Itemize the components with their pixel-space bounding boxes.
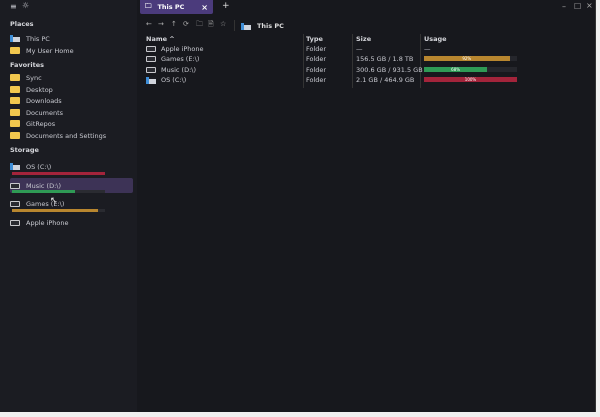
sun-icon[interactable]: ☼ (22, 1, 29, 10)
usage-bar: 68% (424, 67, 517, 72)
system-drive-icon (146, 76, 156, 84)
sidebar-item-documents[interactable]: Documents (10, 107, 132, 118)
sidebar-item-sync[interactable]: Sync (10, 72, 132, 83)
row-type: Folder (306, 76, 327, 84)
label: My User Home (26, 46, 74, 55)
usage-bar: 100% (424, 77, 517, 82)
column-divider[interactable] (420, 34, 421, 88)
sidebar-item-desktop[interactable]: Desktop (10, 84, 132, 95)
row-size: 2.1 GB / 464.9 GB (356, 76, 415, 84)
label: Music (D:\) (26, 181, 62, 190)
favorites-heading: Favorites (10, 61, 44, 69)
label: Documents (26, 108, 64, 117)
hamburger-menu-icon[interactable]: ≡ (10, 2, 17, 11)
folder-icon (10, 47, 20, 54)
column-header-type[interactable]: Type (306, 35, 323, 43)
up-icon[interactable]: ↑ (171, 20, 177, 28)
places-heading: Places (10, 20, 34, 28)
games-usage-bar (12, 209, 105, 212)
label: GitRepos (26, 119, 56, 128)
sidebar-item-home[interactable]: My User Home (10, 45, 132, 56)
row-type: Folder (306, 66, 327, 74)
label: OS (C:\) (26, 162, 52, 171)
folder-icon (10, 74, 20, 81)
drive-icon (10, 200, 20, 207)
file-manager-window: ≡ ☼ Places This PC My User Home Favorite… (0, 0, 596, 412)
row-name: OS (C:\) (161, 76, 187, 84)
label: Games (E:\) (26, 199, 65, 208)
bookmark-star-icon[interactable]: ☆ (220, 20, 226, 28)
usage-label: 92% (424, 56, 510, 61)
row-size: 156.5 GB / 1.8 TB (356, 55, 414, 63)
sidebar-item-downloads[interactable]: Downloads (10, 95, 132, 106)
mouse-cursor-icon: ↖ (50, 196, 58, 206)
folder-icon (10, 97, 20, 104)
divider (234, 20, 235, 31)
sidebar: ≡ ☼ Places This PC My User Home Favorite… (0, 0, 137, 412)
row-size: — (356, 45, 363, 53)
tab-label: This PC (157, 3, 185, 11)
folder-icon (10, 86, 20, 93)
drive-icon (10, 182, 20, 189)
drive-icon (146, 67, 156, 73)
column-header-name[interactable]: Name ^ (146, 35, 175, 43)
breadcrumb-this-pc: This PC (257, 22, 284, 30)
forward-icon[interactable]: → (158, 20, 164, 28)
back-icon[interactable]: ← (146, 20, 152, 28)
phone-device-icon (146, 46, 156, 52)
row-type: Folder (306, 55, 327, 63)
storage-heading: Storage (10, 146, 39, 154)
usage-label: 68% (424, 67, 488, 72)
usage-bar: 92% (424, 56, 517, 61)
folder-outline-icon: 🗀 (145, 1, 152, 10)
new-file-icon[interactable]: 🗎 (208, 20, 214, 31)
drive-icon (146, 56, 156, 62)
label: This PC (26, 34, 50, 43)
label: Apple iPhone (26, 218, 69, 227)
row-usage: — (424, 45, 431, 53)
sidebar-item-documents-and-settings[interactable]: Documents and Settings (10, 130, 132, 141)
usage-label: 100% (424, 77, 517, 82)
computer-icon (10, 35, 20, 42)
phone-device-icon (10, 219, 20, 226)
folder-icon (10, 132, 20, 139)
computer-icon (241, 22, 251, 30)
row-name: Music (D:\) (161, 66, 197, 74)
row-size: 300.6 GB / 931.5 GB (356, 66, 423, 74)
breadcrumb[interactable]: This PC (241, 22, 284, 30)
tab-this-pc[interactable]: 🗀 This PC × (140, 0, 213, 14)
row-name: Apple iPhone (161, 45, 204, 53)
row-name: Games (E:\) (161, 55, 200, 63)
system-drive-icon (10, 163, 20, 170)
close-window-button[interactable]: × (586, 1, 593, 10)
label: Documents and Settings (26, 131, 107, 140)
sidebar-item-games-e[interactable]: Games (E:\) (10, 198, 132, 209)
label: Sync (26, 73, 42, 82)
sidebar-item-this-pc[interactable]: This PC (10, 33, 132, 44)
column-divider[interactable] (352, 34, 353, 88)
label: Desktop (26, 85, 53, 94)
os-usage-bar (12, 172, 105, 175)
new-tab-button[interactable]: + (222, 1, 230, 11)
maximize-button[interactable]: ☐ (574, 2, 581, 11)
row-type: Folder (306, 45, 327, 53)
sidebar-item-gitrepos[interactable]: GitRepos (10, 118, 132, 129)
refresh-icon[interactable]: ⟳ (183, 20, 189, 28)
column-divider[interactable] (303, 34, 304, 88)
column-header-usage[interactable]: Usage (424, 35, 447, 43)
folder-icon (10, 109, 20, 116)
new-folder-icon[interactable]: 🗀 (196, 20, 203, 31)
music-usage-bar (12, 190, 105, 193)
label: Downloads (26, 96, 62, 105)
sidebar-item-apple-iphone[interactable]: Apple iPhone (10, 217, 132, 228)
column-header-size[interactable]: Size (356, 35, 371, 43)
minimize-button[interactable]: – (562, 2, 566, 11)
sidebar-item-os-c[interactable]: OS (C:\) (10, 161, 132, 172)
folder-icon (10, 120, 20, 127)
close-tab-button[interactable]: × (201, 3, 208, 12)
